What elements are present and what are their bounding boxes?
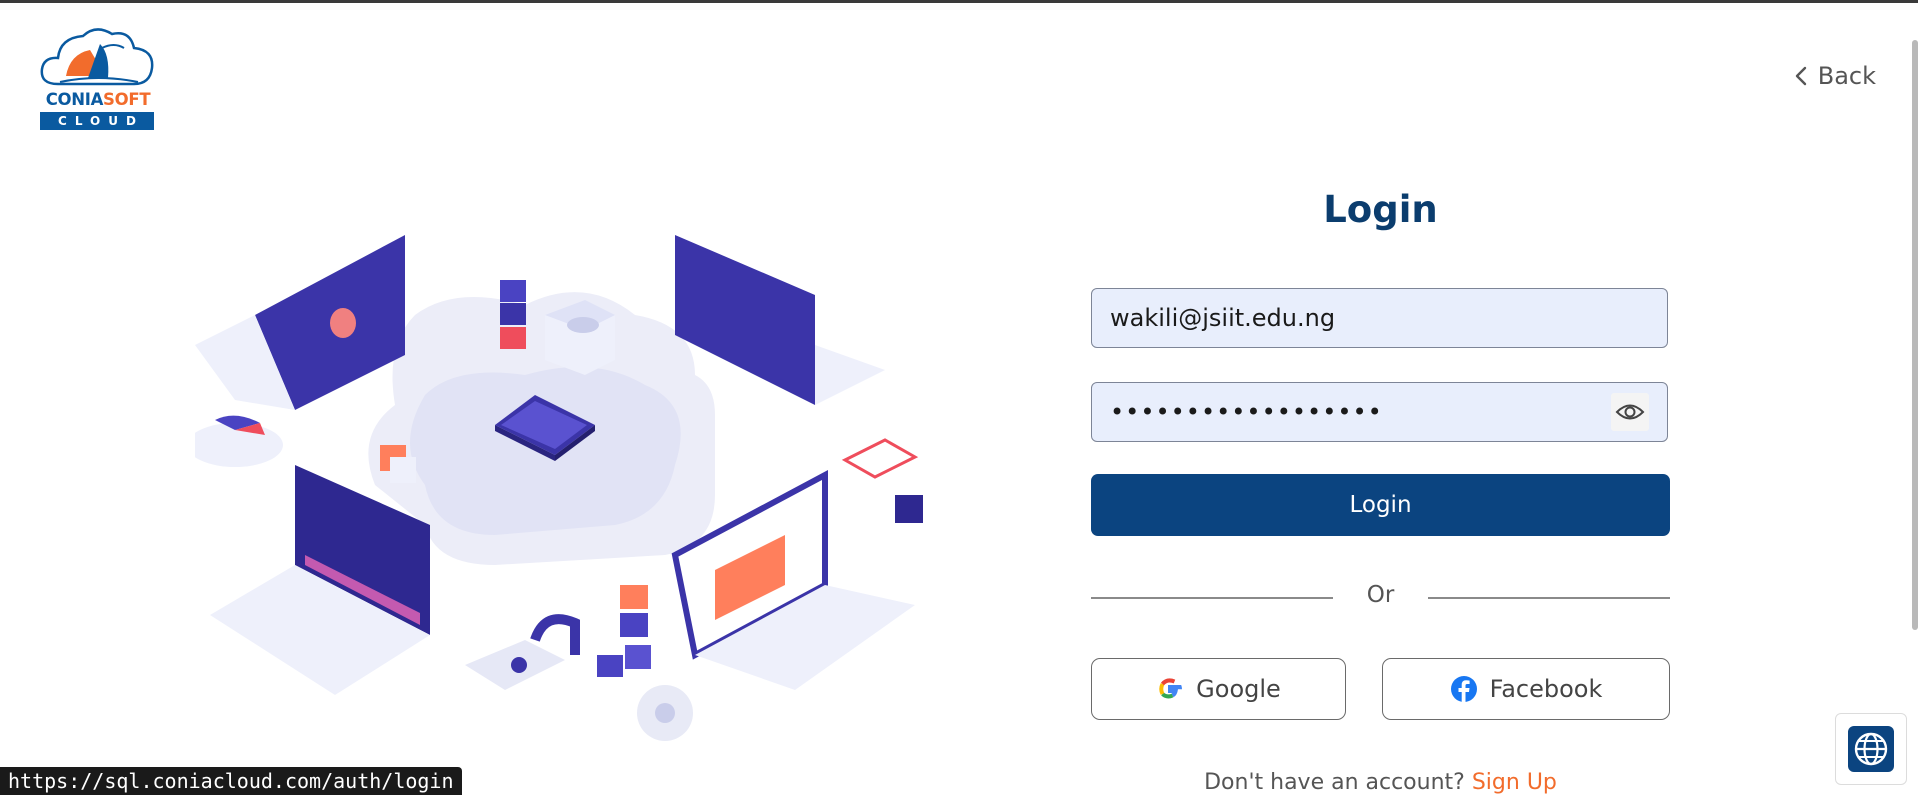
logo-band-cloud: CLOUD [40,112,154,130]
scrollbar[interactable] [1912,40,1918,630]
back-label: Back [1817,62,1876,90]
toggle-password-visibility-button[interactable] [1611,393,1649,431]
google-icon [1159,678,1183,699]
cloud-logo-icon [40,28,154,86]
or-divider: Or [1091,582,1670,612]
login-button[interactable]: Login [1091,474,1670,536]
signup-link[interactable]: Sign Up [1472,770,1557,795]
logo-word-soft: SOFT [103,90,151,109]
password-value: •••••••••••••••••• [1110,398,1383,426]
back-button[interactable]: Back [1794,62,1876,90]
coniasoft-cloud-logo[interactable]: CONIASOFT CLOUD [38,24,158,132]
cloud-computing-illustration [195,235,923,741]
chevron-left-icon [1795,66,1806,86]
email-value: wakili@jsiit.edu.ng [1110,304,1336,332]
facebook-label: Facebook [1489,675,1603,703]
globe-icon [1848,726,1894,772]
password-field[interactable]: •••••••••••••••••• [1091,382,1668,442]
status-bar-url: https://sql.coniacloud.com/auth/login [0,767,462,795]
signup-prompt: Don't have an account? [1204,770,1465,795]
top-border [0,0,1918,3]
logo-word-conia: CONIA [45,90,104,109]
language-button[interactable] [1835,713,1907,785]
page-title: Login [1323,188,1438,231]
signup-row: Don't have an account? Sign Up [1091,770,1670,795]
facebook-login-button[interactable]: Facebook [1382,658,1670,720]
facebook-icon [1450,676,1477,702]
or-label: Or [1366,582,1395,608]
google-label: Google [1196,675,1281,703]
email-field[interactable]: wakili@jsiit.edu.ng [1091,288,1668,348]
logo-wordmark: CONIASOFT [38,90,158,109]
divider-line-right [1428,597,1670,599]
eye-icon [1615,404,1645,420]
google-login-button[interactable]: Google [1091,658,1346,720]
